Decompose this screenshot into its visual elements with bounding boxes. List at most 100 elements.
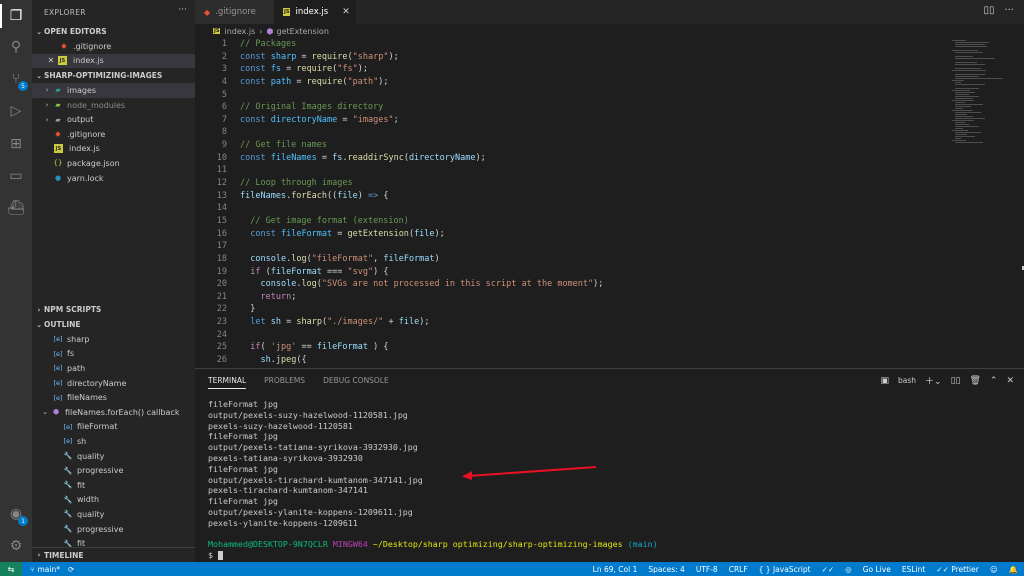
remote-icon[interactable]: ⇆ [0, 562, 22, 576]
go-live-button[interactable]: Go Live [863, 565, 891, 574]
close-icon[interactable]: ✕ [1006, 376, 1014, 386]
tree-item-index-js[interactable]: JS index.js [32, 142, 195, 157]
chevron-up-icon[interactable]: ⌃ [990, 376, 998, 386]
account-icon[interactable]: ◉ 1 [7, 505, 28, 526]
timeline-header[interactable]: › TIMELINE [32, 547, 195, 562]
outline-item[interactable]: [e] path [32, 361, 195, 376]
tab-debug-console[interactable]: DEBUG CONSOLE [323, 376, 389, 389]
cursor-position[interactable]: Ln 69, Col 1 [593, 565, 638, 574]
outline-item[interactable]: ⌄ ⬢ fileNames.forEach() callback [32, 405, 195, 420]
outline-item[interactable]: [e] fileNames [32, 390, 195, 405]
outline-item[interactable]: 🔧 quality [32, 449, 195, 464]
code-line: } [240, 304, 256, 315]
minimap-line [955, 96, 979, 97]
outline-header[interactable]: ⌄ OUTLINE [32, 317, 195, 332]
end-of-line[interactable]: CRLF [729, 565, 748, 574]
code-line: const fs = require("fs"); [240, 64, 369, 75]
code-line: // Get image format (extension) [250, 215, 409, 226]
sync-icon[interactable]: ⟳ [68, 565, 74, 574]
breadcrumb-file[interactable]: index.js [224, 27, 255, 36]
code-editor[interactable]: 1 2 3 4 5 6 7 8 9 10 11 12 13 14 15 16 17 18 19 20 21 22 23 24 2… [195, 38, 1024, 368]
eslint-status[interactable]: ESLint [902, 565, 925, 574]
more-actions-icon[interactable]: ··· [178, 5, 187, 15]
open-editor-item[interactable]: ✕ JS index.js [32, 53, 195, 69]
tree-item-yarn-lock[interactable]: ● yarn.lock [32, 171, 195, 186]
breadcrumb-symbol[interactable]: getExtension [276, 27, 328, 36]
run-debug-icon[interactable]: ▷ [7, 102, 25, 120]
git-branch-icon: ⑂ [30, 564, 35, 574]
more-actions-icon[interactable]: ··· [1004, 5, 1014, 16]
extensions-icon[interactable]: ⊞ [7, 135, 25, 153]
variable-icon: [e] [53, 364, 63, 373]
git-file-icon: ◆ [61, 42, 67, 51]
outline-item[interactable]: 🔧 fit [32, 478, 195, 493]
outline-item[interactable]: 🔧 width [32, 493, 195, 508]
minimap-line [955, 74, 985, 75]
files-icon[interactable]: ❐ [7, 7, 25, 25]
language-mode[interactable]: { } JavaScript [759, 565, 811, 574]
outline-item[interactable]: 🔧 quality [32, 507, 195, 522]
outline-item[interactable]: [e] fileFormat [32, 420, 195, 435]
tab-problems[interactable]: PROBLEMS [264, 376, 305, 389]
trash-icon[interactable]: 🗑 [969, 376, 980, 386]
minimap-line [952, 80, 964, 81]
line-number: 4 [221, 76, 227, 87]
encoding[interactable]: UTF-8 [696, 565, 718, 574]
outline-item[interactable]: [e] directoryName [32, 376, 195, 391]
close-icon[interactable]: ✕ [342, 7, 350, 17]
property-icon: 🔧 [63, 452, 73, 461]
line-number: 10 [216, 152, 227, 163]
line-number: 22 [216, 304, 227, 315]
tree-item-package-json[interactable]: {} package.json [32, 156, 195, 171]
minimap[interactable] [952, 38, 1012, 368]
shell-select[interactable]: bash [898, 376, 916, 385]
minimap-line [952, 40, 966, 41]
tab-index-js[interactable]: JS index.js ✕ [274, 0, 356, 24]
prettier-status[interactable]: ✓✓ Prettier [936, 565, 979, 574]
chevron-right-icon: › [259, 26, 263, 36]
minimap-line [955, 126, 979, 127]
chevron-right-icon: › [45, 115, 49, 124]
code-line: const path = require("path"); [240, 76, 389, 87]
npm-scripts-header[interactable]: › NPM SCRIPTS [32, 302, 195, 317]
annotation-arrow [462, 466, 597, 480]
settings-gear-icon[interactable]: ⚙ [7, 537, 25, 555]
split-editor-icon[interactable]: ▯▯ [983, 5, 994, 16]
close-icon[interactable]: ✕ [46, 56, 56, 65]
search-icon[interactable]: ⚲ [7, 38, 25, 56]
outline-item[interactable]: [e] sharp [32, 332, 195, 347]
feedback-icon[interactable]: ☺ [990, 565, 998, 574]
line-number: 21 [216, 291, 227, 302]
git-file-icon: ◆ [204, 7, 211, 17]
minimap-line [955, 58, 995, 59]
code-line: // Original Images directory [240, 102, 384, 113]
minimap-line [955, 42, 989, 43]
git-branch[interactable]: main* [38, 565, 61, 574]
bell-icon[interactable]: 🔔 [1009, 565, 1018, 574]
minimap-line [955, 138, 961, 139]
project-header[interactable]: ⌄ SHARP-OPTIMIZING-IMAGES [32, 68, 195, 83]
tree-item-output[interactable]: › ▰ output [32, 112, 195, 127]
remote-explorer-icon[interactable]: ▭ [7, 167, 25, 185]
tree-item-node-modules[interactable]: › ▰ node_modules [32, 98, 195, 113]
minimap-line [955, 94, 969, 95]
open-editors-header[interactable]: ⌄ OPEN EDITORS [32, 24, 195, 39]
open-editor-item[interactable]: ◆ .gitignore [32, 39, 195, 54]
terminal-input-line[interactable]: $ [208, 550, 658, 561]
outline-item[interactable]: 🔧 progressive [32, 522, 195, 537]
chevron-right-icon: › [37, 305, 41, 314]
outline-item[interactable]: [e] sh [32, 434, 195, 449]
docker-icon[interactable]: ⛴ [7, 199, 25, 217]
split-terminal-icon[interactable]: ▯▯ [951, 376, 961, 386]
indentation[interactable]: Spaces: 4 [648, 565, 684, 574]
tree-item-gitignore[interactable]: ◆ .gitignore [32, 127, 195, 142]
tab-gitignore[interactable]: ◆ .gitignore [195, 0, 274, 24]
source-control-icon[interactable]: ⑂ 5 [7, 70, 28, 91]
code-content[interactable]: // Packages const sharp = require("sharp… [240, 38, 603, 367]
new-terminal-icon[interactable]: ＋⌄ [925, 374, 942, 387]
tree-item-images[interactable]: › ▰ images [32, 83, 195, 98]
outline-item[interactable]: [e] fs [32, 347, 195, 362]
outline-item[interactable]: 🔧 progressive [32, 463, 195, 478]
tab-terminal[interactable]: TERMINAL [208, 376, 247, 389]
